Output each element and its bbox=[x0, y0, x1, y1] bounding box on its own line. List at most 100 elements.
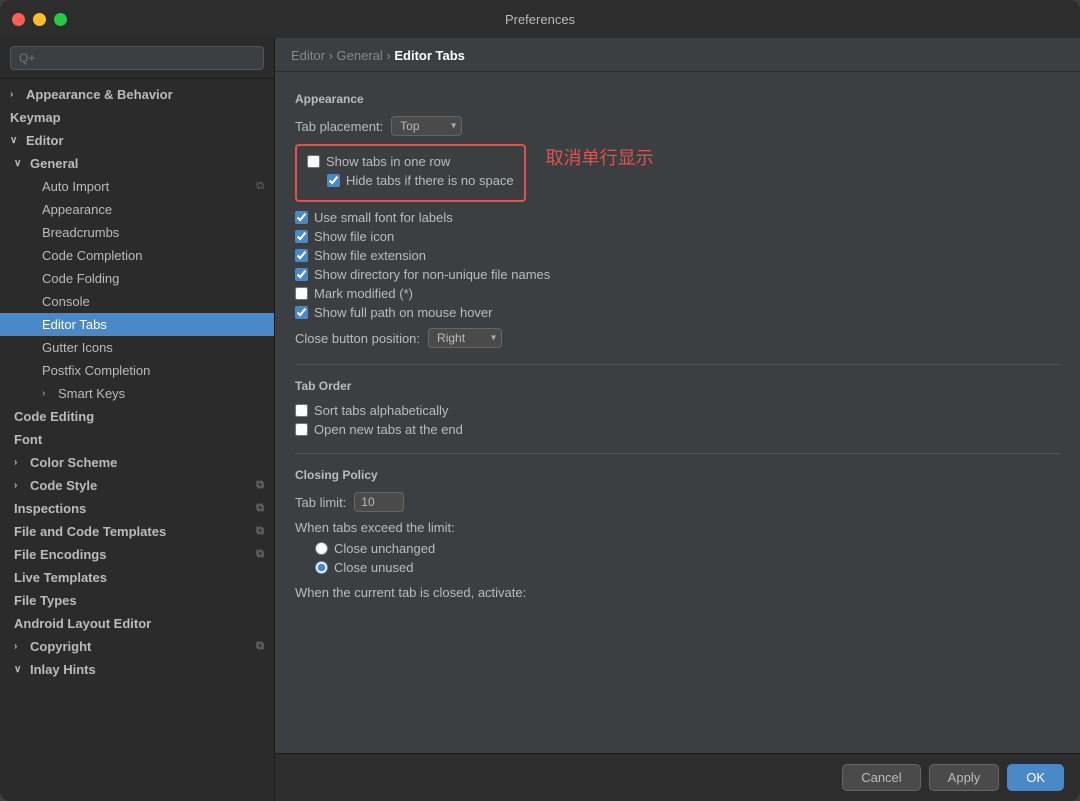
sidebar-item-console[interactable]: Console bbox=[0, 290, 274, 313]
new-end-label[interactable]: Open new tabs at the end bbox=[314, 422, 463, 437]
cancel-button[interactable]: Cancel bbox=[842, 764, 920, 791]
sidebar-item-android-layout-editor[interactable]: Android Layout Editor bbox=[0, 612, 274, 635]
file-extension-checkbox[interactable] bbox=[295, 249, 308, 262]
sidebar-item-label: Gutter Icons bbox=[42, 340, 113, 355]
when-exceed-label: When tabs exceed the limit: bbox=[295, 520, 455, 535]
mark-modified-label[interactable]: Mark modified (*) bbox=[314, 286, 413, 301]
sidebar-item-label: Postfix Completion bbox=[42, 363, 150, 378]
sidebar-item-label: Code Style bbox=[30, 478, 97, 493]
tab-limit-input[interactable] bbox=[354, 492, 404, 512]
close-button-row: Close button position: Right Left Inacti… bbox=[295, 328, 1060, 348]
close-button[interactable] bbox=[12, 13, 25, 26]
sidebar-item-file-types[interactable]: File Types bbox=[0, 589, 274, 612]
mark-modified-checkbox[interactable] bbox=[295, 287, 308, 300]
close-unchanged-label[interactable]: Close unchanged bbox=[334, 541, 435, 556]
sidebar-item-general[interactable]: ∨ General bbox=[0, 152, 274, 175]
copy-icon: ⧉ bbox=[256, 525, 264, 538]
sidebar-item-appearance[interactable]: Appearance bbox=[0, 198, 274, 221]
sidebar-item-file-code-templates[interactable]: File and Code Templates ⧉ bbox=[0, 520, 274, 543]
hide-tabs-label[interactable]: Hide tabs if there is no space bbox=[346, 173, 514, 188]
sort-alpha-row: Sort tabs alphabetically bbox=[295, 403, 1060, 418]
sidebar-item-label: Color Scheme bbox=[30, 455, 117, 470]
close-unchanged-radio[interactable] bbox=[315, 542, 328, 555]
file-icon-checkbox[interactable] bbox=[295, 230, 308, 243]
hide-tabs-checkbox[interactable] bbox=[327, 174, 340, 187]
appearance-section-title: Appearance bbox=[295, 92, 1060, 106]
sidebar-item-editor[interactable]: ∨ Editor bbox=[0, 129, 274, 152]
breadcrumb-current: Editor Tabs bbox=[394, 48, 465, 63]
chevron-down-icon: ∨ bbox=[14, 664, 26, 675]
tab-placement-label: Tab placement: bbox=[295, 119, 383, 134]
sort-alpha-checkbox[interactable] bbox=[295, 404, 308, 417]
ok-button[interactable]: OK bbox=[1007, 764, 1064, 791]
full-path-label[interactable]: Show full path on mouse hover bbox=[314, 305, 493, 320]
close-unchanged-row: Close unchanged bbox=[295, 541, 1060, 556]
main-panel: Editor › General › Editor Tabs Appearanc… bbox=[275, 38, 1080, 801]
close-button-dropdown[interactable]: Right Left Inactive bbox=[428, 328, 502, 348]
sidebar-item-inlay-hints[interactable]: ∨ Inlay Hints bbox=[0, 658, 274, 681]
sidebar-item-label: Breadcrumbs bbox=[42, 225, 119, 240]
sidebar-item-keymap[interactable]: Keymap bbox=[0, 106, 274, 129]
apply-button[interactable]: Apply bbox=[929, 764, 1000, 791]
tab-placement-dropdown[interactable]: Top Bottom Left Right None bbox=[391, 116, 462, 136]
tab-order-section: Tab Order Sort tabs alphabetically Open … bbox=[295, 379, 1060, 437]
panel-content: Appearance Tab placement: Top Bottom Lef… bbox=[275, 72, 1080, 753]
sidebar-item-code-style[interactable]: › Code Style ⧉ bbox=[0, 474, 274, 497]
breadcrumb-sep1: › bbox=[329, 48, 337, 63]
sidebar-item-label: Appearance & Behavior bbox=[26, 87, 173, 102]
sidebar-item-label: Appearance bbox=[42, 202, 112, 217]
breadcrumb-editor: Editor bbox=[291, 48, 325, 63]
sidebar-item-inspections[interactable]: Inspections ⧉ bbox=[0, 497, 274, 520]
chevron-right-icon: › bbox=[14, 480, 26, 491]
tab-placement-dropdown-wrapper: Top Bottom Left Right None ▾ bbox=[391, 116, 462, 136]
show-tabs-one-row-checkbox[interactable] bbox=[307, 155, 320, 168]
sidebar-item-label: Inlay Hints bbox=[30, 662, 96, 677]
chevron-right-icon: › bbox=[14, 457, 26, 468]
sidebar-item-label: Copyright bbox=[30, 639, 91, 654]
sidebar-item-postfix-completion[interactable]: Postfix Completion bbox=[0, 359, 274, 382]
directory-label[interactable]: Show directory for non-unique file names bbox=[314, 267, 550, 282]
sidebar-item-label: Code Folding bbox=[42, 271, 119, 286]
sidebar-item-code-folding[interactable]: Code Folding bbox=[0, 267, 274, 290]
sidebar-item-live-templates[interactable]: Live Templates bbox=[0, 566, 274, 589]
sidebar-item-label: General bbox=[30, 156, 78, 171]
sidebar-item-label: Font bbox=[14, 432, 42, 447]
close-button-label: Close button position: bbox=[295, 331, 420, 346]
minimize-button[interactable] bbox=[33, 13, 46, 26]
close-unused-label[interactable]: Close unused bbox=[334, 560, 414, 575]
sidebar-item-smart-keys[interactable]: › Smart Keys bbox=[0, 382, 274, 405]
sidebar-item-color-scheme[interactable]: › Color Scheme bbox=[0, 451, 274, 474]
sidebar-item-gutter-icons[interactable]: Gutter Icons bbox=[0, 336, 274, 359]
sidebar-item-breadcrumbs[interactable]: Breadcrumbs bbox=[0, 221, 274, 244]
sidebar-item-auto-import[interactable]: Auto Import ⧉ bbox=[0, 175, 274, 198]
directory-checkbox[interactable] bbox=[295, 268, 308, 281]
main-content: › Appearance & Behavior Keymap ∨ Editor … bbox=[0, 38, 1080, 801]
file-extension-label[interactable]: Show file extension bbox=[314, 248, 426, 263]
highlight-area: Show tabs in one row Hide tabs if there … bbox=[295, 144, 1060, 210]
sidebar: › Appearance & Behavior Keymap ∨ Editor … bbox=[0, 38, 275, 801]
sort-alpha-label[interactable]: Sort tabs alphabetically bbox=[314, 403, 448, 418]
search-input[interactable] bbox=[10, 46, 264, 70]
sidebar-item-font[interactable]: Font bbox=[0, 428, 274, 451]
bottom-bar: Cancel Apply OK bbox=[275, 753, 1080, 801]
tab-placement-row: Tab placement: Top Bottom Left Right Non… bbox=[295, 116, 1060, 136]
sidebar-item-code-completion[interactable]: Code Completion bbox=[0, 244, 274, 267]
sidebar-item-copyright[interactable]: › Copyright ⧉ bbox=[0, 635, 274, 658]
sidebar-item-editor-tabs[interactable]: Editor Tabs bbox=[0, 313, 274, 336]
sidebar-item-label: File and Code Templates bbox=[14, 524, 166, 539]
sidebar-item-file-encodings[interactable]: File Encodings ⧉ bbox=[0, 543, 274, 566]
window-title: Preferences bbox=[505, 12, 575, 27]
preferences-window: Preferences › Appearance & Behavior Keym… bbox=[0, 0, 1080, 801]
window-controls bbox=[12, 13, 67, 26]
new-end-checkbox[interactable] bbox=[295, 423, 308, 436]
maximize-button[interactable] bbox=[54, 13, 67, 26]
small-font-label[interactable]: Use small font for labels bbox=[314, 210, 453, 225]
sidebar-item-appearance-behavior[interactable]: › Appearance & Behavior bbox=[0, 83, 274, 106]
show-tabs-one-row-label[interactable]: Show tabs in one row bbox=[326, 154, 450, 169]
close-unused-radio[interactable] bbox=[315, 561, 328, 574]
full-path-checkbox[interactable] bbox=[295, 306, 308, 319]
copy-icon: ⧉ bbox=[256, 640, 264, 653]
small-font-checkbox[interactable] bbox=[295, 211, 308, 224]
sidebar-item-code-editing[interactable]: Code Editing bbox=[0, 405, 274, 428]
file-icon-label[interactable]: Show file icon bbox=[314, 229, 394, 244]
